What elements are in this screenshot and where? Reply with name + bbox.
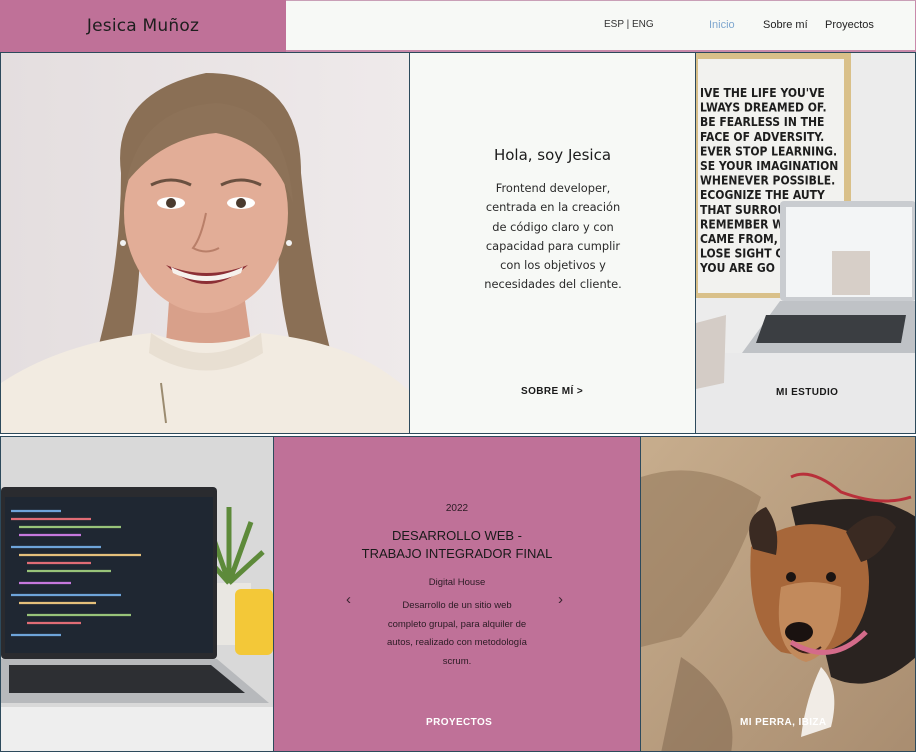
code-laptop-illustration xyxy=(1,437,273,751)
studio-photo: IVE THE LIFE YOU'VE LWAYS DREAMED OF. BE F… xyxy=(696,52,916,434)
poster-line: SE YOUR IMAGINATION xyxy=(700,159,838,173)
chevron-right-icon[interactable]: › xyxy=(558,591,563,608)
proyectos-link[interactable]: PROYECTOS xyxy=(426,717,492,728)
poster-line: IVE THE LIFE YOU'VE xyxy=(700,86,825,100)
project-title: DESARROLLO WEB - TRABAJO INTEGRADOR FINA… xyxy=(274,527,640,563)
poster-line: ECOGNIZE THE AUTY xyxy=(700,188,825,202)
chevron-left-icon[interactable]: ‹ xyxy=(346,591,351,608)
poster-line: FACE OF ADVERSITY. xyxy=(700,130,824,144)
poster-line: LOSE SIGHT OF xyxy=(700,247,792,261)
studio-illustration: IVE THE LIFE YOU'VELWAYS DREAMED OF.BE F… xyxy=(696,53,915,433)
poster-line: EVER STOP LEARNING. xyxy=(700,144,837,158)
language-switch[interactable]: ESP | ENG xyxy=(604,19,654,30)
intro-title: Hola, soy Jesica xyxy=(493,146,612,164)
site-title[interactable]: Jesica Muñoz xyxy=(87,16,199,36)
nav-proyectos[interactable]: Proyectos xyxy=(825,19,874,31)
dog-photo: MI PERRA, IBIZA xyxy=(641,436,916,752)
poster-line: WHENEVER POSSIBLE. xyxy=(700,174,835,188)
project-description: Desarrollo de un sitio web completo grup… xyxy=(387,600,527,668)
poster-line: BE FEARLESS IN THE xyxy=(700,115,824,129)
top-nav xyxy=(286,0,916,52)
project-title-line1: DESARROLLO WEB - xyxy=(391,528,523,543)
nav-sobre-mi[interactable]: Sobre mí xyxy=(763,19,808,31)
poster-line: REMEMBER WH xyxy=(700,217,793,231)
project-title-line2: TRABAJO INTEGRADOR FINAL xyxy=(361,546,553,561)
dog-illustration xyxy=(641,437,915,751)
poster-line: YOU ARE GO xyxy=(699,261,775,275)
code-laptop-photo xyxy=(0,436,274,752)
project-year: 2022 xyxy=(445,503,469,514)
dog-caption: MI PERRA, IBIZA xyxy=(740,717,827,728)
nav-inicio[interactable]: Inicio xyxy=(709,19,735,31)
portrait-photo xyxy=(0,52,410,434)
intro-text: Frontend developer, centrada en la creac… xyxy=(484,181,622,292)
project-panel: 2022 DESARROLLO WEB - TRABAJO INTEGRADOR… xyxy=(274,436,641,752)
brand-block: Jesica Muñoz xyxy=(0,0,286,52)
intro-panel: Hola, soy Jesica Frontend developer, cen… xyxy=(410,52,696,434)
portrait-illustration xyxy=(1,53,409,433)
poster-line: LWAYS DREAMED OF. xyxy=(700,101,827,115)
mi-estudio-link[interactable]: MI ESTUDIO xyxy=(776,387,838,398)
project-organization: Digital House xyxy=(428,577,486,588)
sobre-mi-link[interactable]: SOBRE MÍ > xyxy=(521,386,583,397)
